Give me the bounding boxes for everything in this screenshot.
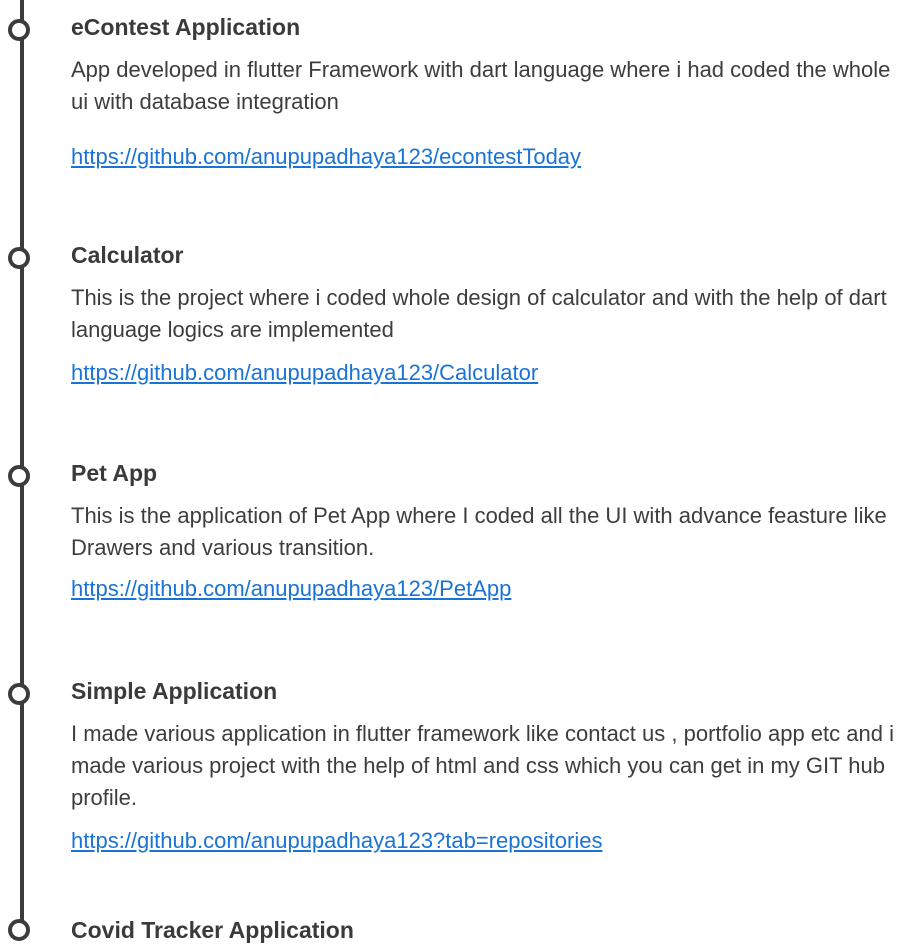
project-description: I made various application in flutter fr… bbox=[71, 721, 894, 810]
timeline-marker-icon bbox=[8, 19, 30, 41]
timeline-marker-icon bbox=[8, 919, 30, 941]
project-title: Calculator bbox=[71, 242, 184, 268]
project-description: App developed in flutter Framework with … bbox=[71, 57, 891, 114]
project-title: eContest Application bbox=[71, 14, 301, 40]
timeline-marker-icon bbox=[8, 683, 30, 705]
project-link[interactable]: https://github.com/anupupadhaya123/econt… bbox=[71, 142, 581, 172]
project-link[interactable]: https://github.com/anupupadhaya123?tab=r… bbox=[71, 826, 602, 856]
project-title: Pet App bbox=[71, 460, 158, 486]
timeline-marker-icon bbox=[8, 247, 30, 269]
project-description: This is the project where i coded whole … bbox=[71, 285, 887, 342]
project-title: Covid Tracker Application bbox=[71, 917, 354, 943]
project-link[interactable]: https://github.com/anupupadhaya123/PetAp… bbox=[71, 574, 511, 604]
project-link[interactable]: https://github.com/anupupadhaya123/Calcu… bbox=[71, 358, 538, 388]
project-title: Simple Application bbox=[71, 678, 278, 704]
timeline-marker-icon bbox=[8, 465, 30, 487]
project-description: This is the application of Pet App where… bbox=[71, 503, 887, 560]
